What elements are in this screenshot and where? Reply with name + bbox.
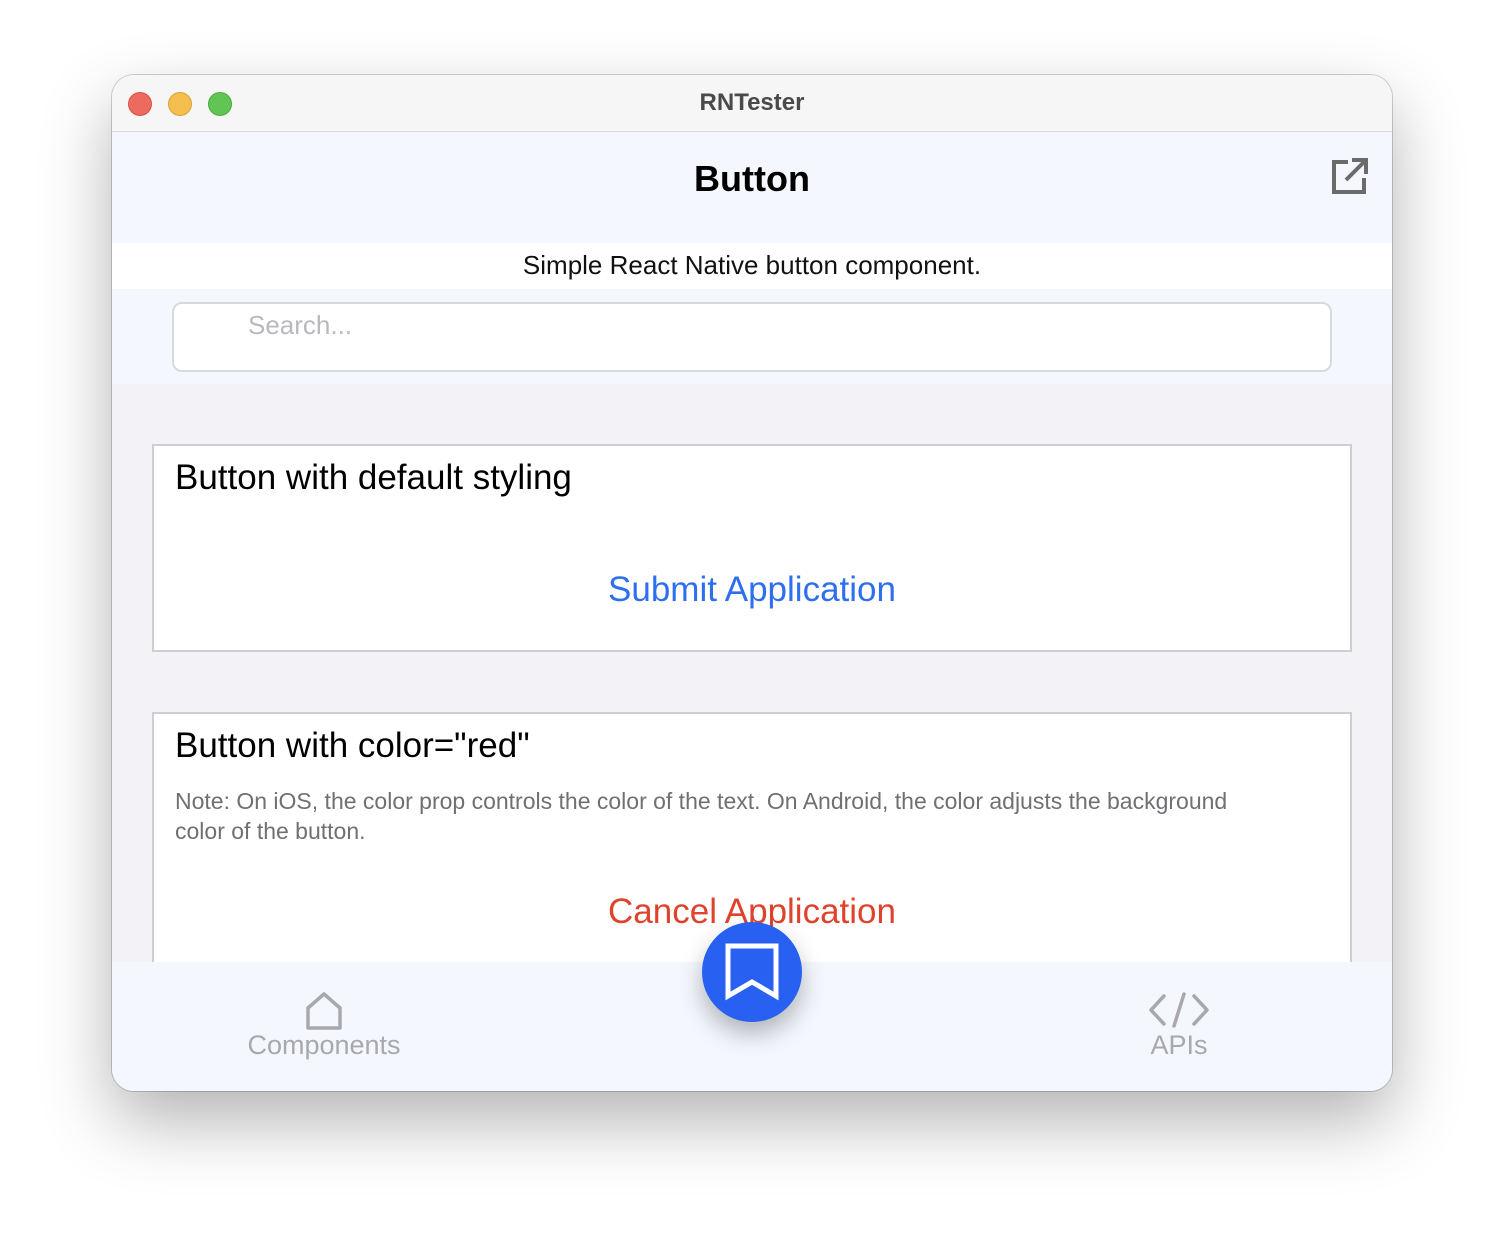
tab-label: Components [247,1030,401,1060]
window-title: RNTester [699,89,805,116]
example-title: Button with default styling [175,458,572,497]
bookmarks-button[interactable] [702,922,802,1022]
examples-list: Button with default styling Submit Appli… [112,384,1392,962]
code-icon [1149,992,1209,1028]
tab-apis[interactable]: APIs [1119,962,1239,1091]
example-note: Note: On iOS, the color prop controls th… [175,788,1228,844]
submit-application-button[interactable]: Submit Application [154,570,1350,610]
example-title: Button with color="red" [175,726,530,765]
home-icon [306,992,342,1030]
page-title: Button [694,158,810,199]
tab-components[interactable]: Components [224,962,424,1091]
tab-label: APIs [1150,1030,1208,1060]
component-description: Simple React Native button component. [112,243,1392,289]
description-text: Simple React Native button component. [522,250,982,280]
bookmark-icon [725,943,779,1001]
navigation-bar: Button [112,132,1392,243]
search-bar [112,289,1392,384]
app-window: RNTester Button Simple React Native butt… [112,75,1392,1091]
title-bar: RNTester [112,75,1392,132]
example-card: Button with default styling Submit Appli… [152,444,1352,652]
search-input[interactable] [172,302,1332,372]
open-external-icon[interactable] [1328,154,1372,198]
